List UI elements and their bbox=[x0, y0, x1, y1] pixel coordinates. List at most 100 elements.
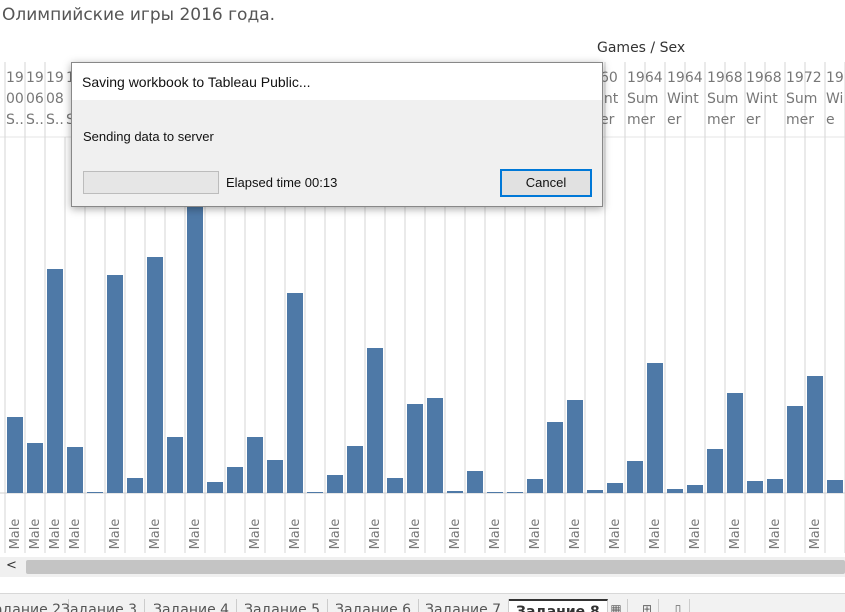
bar bbox=[687, 485, 703, 493]
column-header-text: 1964 bbox=[627, 70, 663, 86]
x-axis-label: Male bbox=[108, 519, 123, 550]
bar bbox=[407, 404, 423, 493]
bar bbox=[787, 406, 803, 493]
column-header-text: 06 bbox=[26, 91, 44, 107]
x-axis-label: Male bbox=[328, 519, 343, 550]
bar bbox=[487, 492, 503, 493]
bar bbox=[227, 467, 243, 493]
column-header-text: 19 bbox=[6, 70, 24, 86]
bar bbox=[307, 492, 323, 493]
bar bbox=[807, 376, 823, 493]
x-axis-label: Male bbox=[248, 519, 263, 550]
column-header-text: mer bbox=[707, 112, 735, 128]
bar bbox=[467, 471, 483, 493]
column-header-text: Sum bbox=[707, 91, 738, 107]
cancel-button[interactable]: Cancel bbox=[500, 169, 592, 197]
dialog-status: Sending data to server bbox=[83, 129, 214, 144]
bar bbox=[347, 446, 363, 493]
new-story-icon[interactable]: ▯ bbox=[667, 599, 690, 612]
x-axis-label: Male bbox=[188, 519, 203, 550]
scroll-thumb[interactable] bbox=[26, 560, 845, 574]
x-axis-label: Male bbox=[408, 519, 423, 550]
x-axis-label: Male bbox=[288, 519, 303, 550]
x-axis-label: Male bbox=[728, 519, 743, 550]
column-header-text: Sum bbox=[627, 91, 658, 107]
new-sheet-icon[interactable]: ▦ bbox=[605, 599, 628, 612]
tab-zadanie-5[interactable]: Задание 5 bbox=[237, 599, 329, 612]
bar bbox=[747, 481, 763, 493]
bar bbox=[587, 490, 603, 493]
x-axis-label: Male bbox=[648, 519, 663, 550]
bar bbox=[107, 275, 123, 493]
bar bbox=[327, 475, 343, 493]
bar bbox=[727, 393, 743, 493]
x-axis-label: Male bbox=[488, 519, 503, 550]
bar bbox=[167, 437, 183, 493]
column-header-text: Wi bbox=[826, 91, 843, 107]
bar bbox=[607, 483, 623, 493]
x-axis-label: Male bbox=[768, 519, 783, 550]
x-axis-label: Male bbox=[608, 519, 623, 550]
x-axis-label: Male bbox=[48, 519, 63, 550]
x-axis-label: Male bbox=[368, 519, 383, 550]
bar bbox=[767, 479, 783, 493]
bar bbox=[627, 461, 643, 493]
column-header-text: 1972 bbox=[786, 70, 822, 86]
bar bbox=[247, 437, 263, 493]
new-dashboard-icon[interactable]: ⊞ bbox=[636, 599, 659, 612]
column-header-text: mer bbox=[627, 112, 655, 128]
bar bbox=[527, 479, 543, 493]
horizontal-scrollbar[interactable]: < bbox=[0, 557, 845, 577]
column-header-text: 1968 bbox=[746, 70, 782, 86]
x-axis-label: Male bbox=[448, 519, 463, 550]
column-header-text: S.. bbox=[26, 112, 44, 128]
column-header-text: Sum bbox=[786, 91, 817, 107]
x-axis-label: Male bbox=[528, 519, 543, 550]
bar bbox=[47, 269, 63, 493]
bar bbox=[427, 398, 443, 493]
bar bbox=[507, 492, 523, 493]
bar bbox=[207, 482, 223, 493]
bar bbox=[387, 478, 403, 493]
column-header-text: e bbox=[826, 112, 835, 128]
tab-zadanie-4[interactable]: Задание 4 bbox=[146, 599, 238, 612]
bar bbox=[127, 478, 143, 493]
tab-zadanie-8[interactable]: Задание 8 bbox=[509, 599, 608, 612]
x-axis-label: Male bbox=[148, 519, 163, 550]
column-header-text: Wint bbox=[667, 91, 699, 107]
tab-zadanie-7[interactable]: Задание 7 bbox=[418, 599, 510, 612]
dialog-titlebar: Saving workbook to Tableau Public... bbox=[72, 63, 602, 100]
bar bbox=[27, 443, 43, 493]
bar bbox=[187, 203, 203, 493]
scroll-left-arrow-icon[interactable]: < bbox=[6, 558, 17, 573]
bar bbox=[87, 492, 103, 493]
column-header-text: 00 bbox=[6, 91, 24, 107]
bar bbox=[67, 447, 83, 493]
sheet-tabs: Задание 2 Задание 3 Задание 4 Задание 5 … bbox=[0, 593, 845, 612]
progress-bar bbox=[83, 171, 219, 194]
tab-zadanie-6[interactable]: Задание 6 bbox=[328, 599, 420, 612]
column-header-text: 19 bbox=[46, 70, 64, 86]
column-header-text: 19 bbox=[826, 70, 844, 86]
x-axis-label: Male bbox=[28, 519, 43, 550]
column-header-text: er bbox=[746, 112, 761, 128]
x-axis-label: Male bbox=[688, 519, 703, 550]
bar bbox=[7, 417, 23, 493]
bar bbox=[707, 449, 723, 493]
bar bbox=[667, 489, 683, 493]
column-header-text: er bbox=[667, 112, 682, 128]
column-header-text: mer bbox=[786, 112, 814, 128]
bar bbox=[547, 422, 563, 493]
bar bbox=[267, 460, 283, 493]
column-header-text: 1968 bbox=[707, 70, 743, 86]
dialog-title: Saving workbook to Tableau Public... bbox=[82, 74, 311, 90]
x-axis-label: Male bbox=[8, 519, 23, 550]
column-header-text: 08 bbox=[46, 91, 64, 107]
column-header-text: S.. bbox=[46, 112, 64, 128]
tab-zadanie-3[interactable]: Задание 3 bbox=[54, 599, 146, 612]
column-header-text: S.. bbox=[6, 112, 24, 128]
bar bbox=[367, 348, 383, 493]
elapsed-time: Elapsed time 00:13 bbox=[226, 175, 338, 190]
saving-dialog: Saving workbook to Tableau Public... Sen… bbox=[71, 62, 603, 207]
bar bbox=[287, 293, 303, 493]
